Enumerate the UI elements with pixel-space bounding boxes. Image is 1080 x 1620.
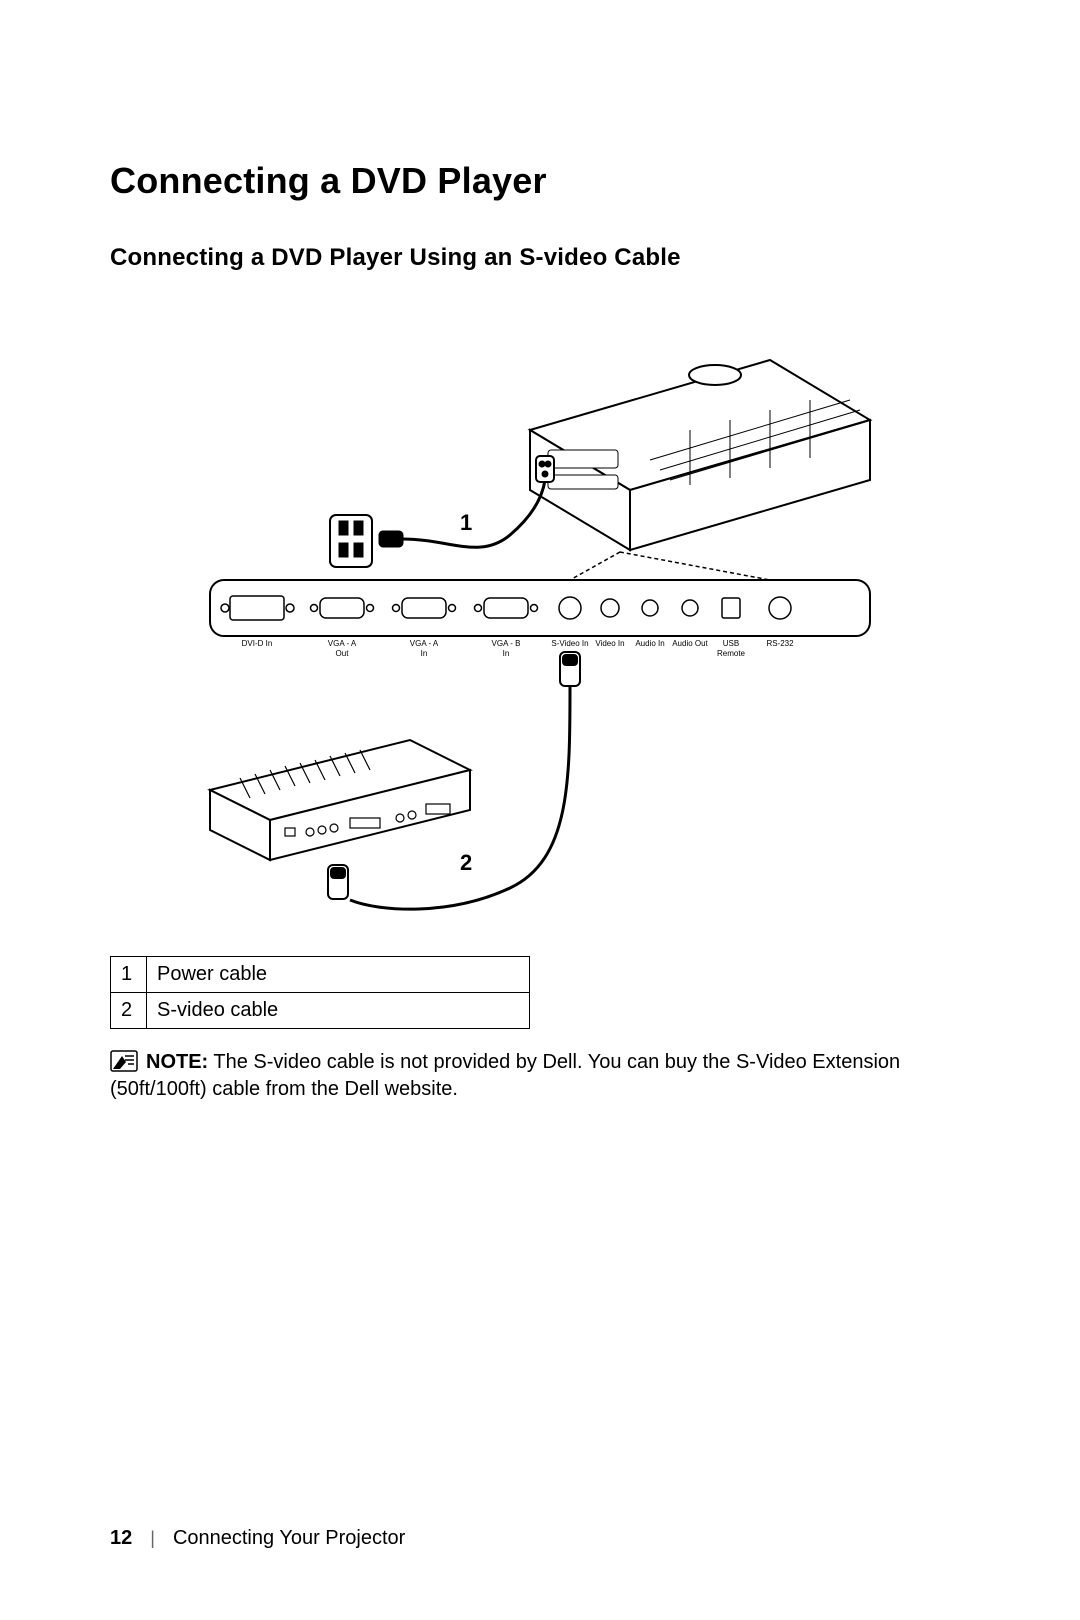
section-name: Connecting Your Projector (173, 1527, 405, 1550)
port-label-vga-b-in-2: In (503, 649, 510, 658)
legend-label-2: S-video cable (147, 993, 530, 1029)
note-label: NOTE: (146, 1051, 208, 1073)
port-label-dvi: DVI-D In (242, 639, 273, 648)
note-icon (110, 1050, 138, 1072)
port-label-video: Video In (595, 639, 624, 648)
callout-1: 1 (460, 510, 472, 535)
port-label-audio-in: Audio In (635, 639, 664, 648)
power-cable-icon (330, 456, 554, 567)
port-label-vga-a-out: VGA - A (328, 639, 357, 648)
footer-separator: | (150, 1528, 155, 1549)
port-label-vga-a-out-2: Out (336, 649, 350, 658)
note-block: NOTE: The S-video cable is not provided … (110, 1049, 970, 1103)
leader-line (570, 552, 770, 580)
note-text: The S-video cable is not provided by Del… (110, 1051, 900, 1100)
page: Connecting a DVD Player Connecting a DVD… (0, 0, 1080, 1620)
port-label-vga-a-in-2: In (421, 649, 428, 658)
port-label-audio-out: Audio Out (672, 639, 708, 648)
legend-num-1: 1 (111, 957, 147, 993)
port-label-vga-b-in: VGA - B (492, 639, 521, 648)
port-label-usb: USB (723, 639, 739, 648)
page-footer: 12 | Connecting Your Projector (110, 1527, 405, 1550)
page-number: 12 (110, 1527, 132, 1550)
table-row: 2 S-video cable (111, 993, 530, 1029)
projector-icon (530, 360, 870, 550)
legend-label-1: Power cable (147, 957, 530, 993)
legend-table: 1 Power cable 2 S-video cable (110, 956, 530, 1029)
page-title: Connecting a DVD Player (110, 160, 970, 202)
port-label-rs232: RS-232 (766, 639, 794, 648)
section-title: Connecting a DVD Player Using an S-video… (110, 244, 970, 272)
port-label-usb-2: Remote (717, 649, 746, 658)
callout-2: 2 (460, 850, 472, 875)
diagram-svg: DVI-D In VGA - A Out VGA - A In VGA - B … (150, 300, 930, 920)
port-panel: DVI-D In VGA - A Out VGA - A In VGA - B … (210, 580, 870, 658)
table-row: 1 Power cable (111, 957, 530, 993)
connection-diagram: DVI-D In VGA - A Out VGA - A In VGA - B … (150, 300, 930, 920)
legend-num-2: 2 (111, 993, 147, 1029)
port-label-vga-a-in: VGA - A (410, 639, 439, 648)
port-label-svideo: S-Video In (551, 639, 588, 648)
dvd-player-icon (210, 740, 470, 860)
